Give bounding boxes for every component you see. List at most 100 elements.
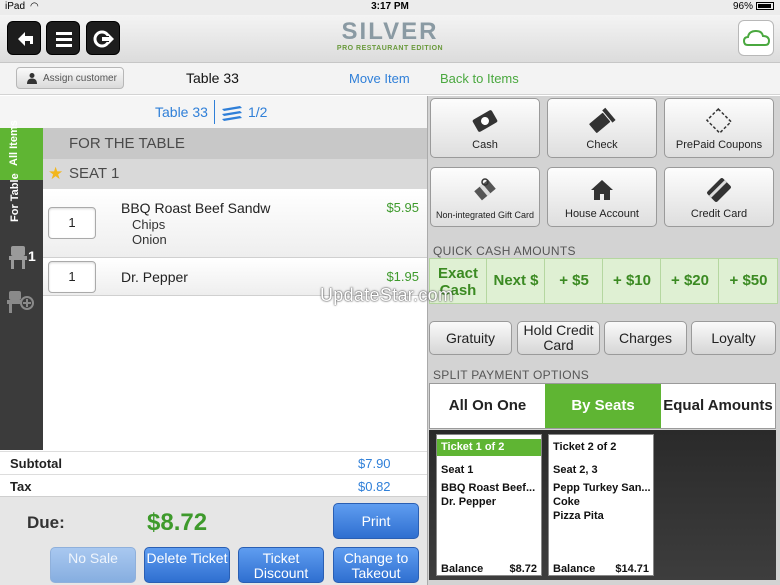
add-chair-icon — [7, 291, 34, 313]
tax-label: Tax — [10, 479, 32, 494]
item-modifier: Chips — [132, 217, 166, 232]
item-name: BBQ Roast Beef Sandw — [121, 200, 271, 216]
tab-for-table-label: For Table — [9, 173, 21, 222]
assign-customer-label: Assign customer — [43, 73, 117, 84]
split-options: All On One By Seats Equal Amounts — [429, 383, 776, 429]
split-ticket[interactable]: Ticket 1 of 2 Seat 1 BBQ Roast Beef... D… — [436, 434, 542, 576]
delete-ticket-button[interactable]: Delete Ticket — [144, 547, 230, 583]
cloud-icon — [742, 29, 771, 46]
quantity-box[interactable]: 1 — [48, 207, 96, 239]
order-item-row[interactable]: 1 BBQ Roast Beef Sandw Chips Onion $5.95 — [43, 190, 427, 258]
logo-subtitle: PRO RESTAURANT EDITION — [336, 45, 444, 52]
add-seat-button[interactable] — [6, 288, 36, 321]
due-label: Due: — [27, 513, 65, 532]
no-sale-button[interactable]: No Sale — [50, 547, 136, 583]
tax-row: Tax $0.82 — [0, 474, 427, 497]
seat-header[interactable]: ★ SEAT 1 — [43, 159, 427, 189]
cash-button[interactable]: Cash — [430, 98, 540, 158]
cash-label: Cash — [472, 139, 498, 151]
quantity-box[interactable]: 1 — [48, 261, 96, 293]
credit-card-icon — [707, 178, 731, 202]
check-icon — [589, 107, 616, 133]
ticket-header: Ticket 1 of 2 — [437, 439, 541, 456]
change-to-takeout-button[interactable]: Change to Takeout — [333, 547, 419, 583]
print-button[interactable]: Print — [333, 503, 419, 539]
ticket-item: BBQ Roast Beef... — [441, 482, 536, 494]
seat-count: 1 — [28, 248, 36, 264]
menu-button[interactable] — [46, 21, 80, 55]
credit-card-button[interactable]: Credit Card — [664, 167, 774, 227]
split-ticket[interactable]: Ticket 2 of 2 Seat 2, 3 Pepp Turkey San.… — [548, 434, 654, 576]
tab-all-items-label: All Items — [8, 120, 20, 166]
item-price: $1.95 — [386, 269, 419, 284]
battery-percent: 96% — [732, 1, 753, 12]
charges-button[interactable]: Charges — [604, 321, 687, 355]
app-header: SILVER PRO RESTAURANT EDITION — [0, 15, 780, 63]
split-tickets-area: Ticket 1 of 2 Seat 1 BBQ Roast Beef... D… — [429, 430, 776, 580]
check-button[interactable]: Check — [547, 98, 657, 158]
ticket-seat: Seat 2, 3 — [553, 464, 598, 476]
prepaid-coupons-button[interactable]: PrePaid Coupons — [664, 98, 774, 158]
app-logo: SILVER PRO RESTAURANT EDITION — [330, 19, 450, 59]
subtotal-row: Subtotal $7.90 — [0, 451, 427, 474]
logout-button[interactable] — [86, 21, 120, 55]
loyalty-button[interactable]: Loyalty — [691, 321, 776, 355]
split-table-label: Table 33 — [155, 104, 208, 120]
back-to-items-link[interactable]: Back to Items — [440, 71, 519, 86]
divider — [214, 100, 215, 124]
move-item-link[interactable]: Move Item — [349, 71, 410, 86]
plus-20-button[interactable]: + $20 — [662, 259, 719, 303]
house-account-button[interactable]: House Account — [547, 167, 657, 227]
credit-card-label: Credit Card — [690, 208, 748, 220]
layers-icon[interactable] — [220, 104, 244, 122]
status-bar: iPad ◠ 3:17 PM 96% — [0, 0, 780, 15]
battery-icon — [756, 2, 774, 10]
item-modifier: Onion — [132, 232, 167, 247]
watermark: UpdateStar.com — [320, 285, 454, 305]
plus-50-button[interactable]: + $50 — [720, 259, 777, 303]
all-on-one-option[interactable]: All On One — [430, 384, 545, 428]
subtotal-value: $7.90 — [358, 456, 391, 471]
ticket-discount-button[interactable]: Ticket Discount — [238, 547, 324, 583]
split-payment-title: SPLIT PAYMENT OPTIONS — [433, 368, 590, 382]
house-account-label: House Account — [565, 208, 639, 220]
plus-5-button[interactable]: + $5 — [546, 259, 603, 303]
table-title: Table 33 — [186, 70, 239, 86]
by-seats-option[interactable]: By Seats — [545, 384, 661, 428]
next-dollar-button[interactable]: Next $ — [488, 259, 545, 303]
section-title: FOR THE TABLE — [69, 135, 185, 152]
item-name: Dr. Pepper — [121, 269, 188, 285]
ticket-balance: $8.72 — [509, 563, 537, 575]
gift-card-label: Non-integrated Gift Card — [435, 210, 535, 220]
cash-icon — [472, 110, 498, 132]
ticket-header: Ticket 2 of 2 — [553, 441, 617, 453]
split-fraction: 1/2 — [248, 104, 268, 120]
seat-title: SEAT 1 — [69, 165, 120, 182]
logout-icon — [93, 30, 114, 48]
ticket-balance: $14.71 — [615, 563, 649, 575]
assign-customer-button[interactable]: Assign customer — [16, 67, 124, 89]
prepaid-coupons-label: PrePaid Coupons — [675, 139, 763, 151]
seat-tab[interactable]: 1 — [8, 244, 36, 275]
ticket-item: Pepp Turkey San... — [553, 482, 651, 494]
cloud-sync-button[interactable] — [738, 20, 774, 56]
gratuity-button[interactable]: Gratuity — [429, 321, 512, 355]
item-price: $5.95 — [386, 200, 419, 215]
ticket-item: Pizza Pita — [553, 510, 604, 522]
tab-all-items[interactable]: All Items — [0, 120, 43, 180]
star-icon: ★ — [48, 164, 64, 183]
equal-amounts-option[interactable]: Equal Amounts — [661, 384, 775, 428]
quick-cash-title: QUICK CASH AMOUNTS — [433, 244, 576, 258]
plus-10-button[interactable]: + $10 — [604, 259, 661, 303]
gift-card-button[interactable]: Non-integrated Gift Card — [430, 167, 540, 227]
gift-icon — [474, 178, 496, 201]
tab-for-table[interactable]: For Table — [0, 173, 43, 236]
hamburger-icon — [56, 32, 72, 47]
ticket-balance-label: Balance — [441, 563, 484, 575]
due-area: Due: $8.72 Print No Sale Delete Ticket T… — [0, 496, 427, 585]
subtotal-label: Subtotal — [10, 456, 62, 471]
back-button[interactable] — [7, 21, 41, 55]
ticket-balance-label: Balance — [553, 563, 596, 575]
hold-credit-card-button[interactable]: Hold Credit Card — [517, 321, 600, 355]
coupon-icon — [705, 107, 733, 135]
